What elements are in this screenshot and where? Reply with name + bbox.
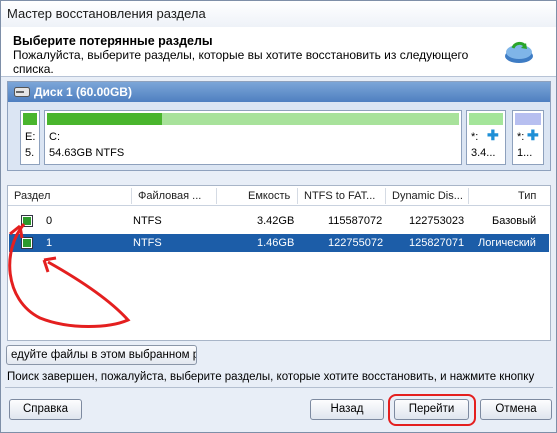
partition-bar xyxy=(23,113,37,125)
add-partition-icon: ✚ xyxy=(487,127,499,143)
column-divider[interactable] xyxy=(297,188,298,204)
back-button[interactable]: Назад xyxy=(310,399,384,420)
cell-dynamic: 122753023 xyxy=(409,215,465,227)
status-text: Поиск завершен, пожалуйста, выберите раз… xyxy=(7,371,535,383)
cell-ntfs-to-fat: 115587072 xyxy=(328,215,383,227)
cell-capacity: 1.46GB xyxy=(257,237,295,249)
footer-divider xyxy=(5,387,553,388)
column-header-filesystem[interactable]: Файловая ... xyxy=(138,190,201,202)
partition-e[interactable]: E: 5. xyxy=(20,110,40,165)
cell-partition: 0 xyxy=(46,215,53,227)
column-header-ntfs-to-fat[interactable]: NTFS to FAT... xyxy=(304,190,375,202)
partition-letter: *: xyxy=(471,131,479,143)
partition-used-bar xyxy=(47,113,162,125)
help-button[interactable]: Справка xyxy=(9,399,82,420)
column-divider[interactable] xyxy=(216,188,217,204)
title-bar: Мастер восстановления раздела xyxy=(1,1,556,27)
go-button-highlight xyxy=(388,394,476,426)
add-partition-icon: ✚ xyxy=(527,127,539,143)
column-header-partition[interactable]: Раздел xyxy=(14,190,50,202)
column-divider[interactable] xyxy=(131,188,132,204)
wizard-header: Выберите потерянные разделы Пожалуйста, … xyxy=(1,27,556,77)
row-checkbox[interactable] xyxy=(21,215,33,227)
header-description: Пожалуйста, выберите разделы, которые вы… xyxy=(13,48,469,76)
partition-info: 3.4... xyxy=(471,147,496,159)
cell-capacity: 3.42GB xyxy=(257,215,295,227)
cancel-button[interactable]: Отмена xyxy=(480,399,552,420)
recovery-wizard-window: Мастер восстановления раздела Выберите п… xyxy=(0,0,557,433)
cell-dynamic: 125827071 xyxy=(409,237,465,249)
column-divider[interactable] xyxy=(468,188,469,204)
column-header-dynamic[interactable]: Dynamic Dis... xyxy=(392,190,463,202)
view-files-button[interactable]: едуйте файлы в этом выбранном раз xyxy=(6,345,197,365)
partition-letter: E: xyxy=(25,131,36,143)
table-header: Раздел Файловая ... Емкость NTFS to FAT.… xyxy=(8,186,550,206)
header-title: Выберите потерянные разделы xyxy=(13,34,213,48)
cell-filesystem: NTFS xyxy=(133,237,162,249)
partition-letter: *: xyxy=(517,131,525,143)
disk-header: Диск 1 (60.00GB) xyxy=(8,82,550,102)
partition-lost-1[interactable]: *: ✚ 3.4... xyxy=(466,110,506,165)
partition-c[interactable]: C: 54.63GB NTFS xyxy=(44,110,462,165)
hard-disk-icon xyxy=(14,87,30,97)
window-title: Мастер восстановления раздела xyxy=(7,6,206,21)
cell-type: Базовый xyxy=(492,215,537,227)
cell-filesystem: NTFS xyxy=(133,215,162,227)
cell-type: Логический xyxy=(478,237,536,249)
table-row-selected[interactable]: 1 NTFS 1.46GB 122755072 125827071 Логиче… xyxy=(9,234,549,252)
recovery-wizard-icon xyxy=(505,41,533,63)
disk-map: Диск 1 (60.00GB) E: 5. C: 54.63GB NTFS *… xyxy=(7,81,551,171)
cell-ntfs-to-fat: 122755072 xyxy=(328,237,384,249)
column-header-capacity[interactable]: Емкость xyxy=(248,190,290,202)
partition-info: 5. xyxy=(25,147,35,159)
partition-letter: C: xyxy=(49,131,60,143)
table-row[interactable]: 0 NTFS 3.42GB 115587072 122753023 Базовы… xyxy=(9,212,549,230)
partition-table: Раздел Файловая ... Емкость NTFS to FAT.… xyxy=(7,185,551,341)
disk-label: Диск 1 (60.00GB) xyxy=(34,85,132,99)
partition-bar xyxy=(515,113,541,125)
column-divider[interactable] xyxy=(385,188,386,204)
partition-info: 54.63GB NTFS xyxy=(49,147,125,159)
partition-info: 1... xyxy=(517,147,533,159)
column-header-type[interactable]: Тип xyxy=(518,190,536,202)
partition-lost-2[interactable]: *: ✚ 1... xyxy=(512,110,544,165)
cell-partition: 1 xyxy=(46,237,53,249)
partition-bar xyxy=(469,113,503,125)
row-checkbox[interactable] xyxy=(21,237,33,249)
